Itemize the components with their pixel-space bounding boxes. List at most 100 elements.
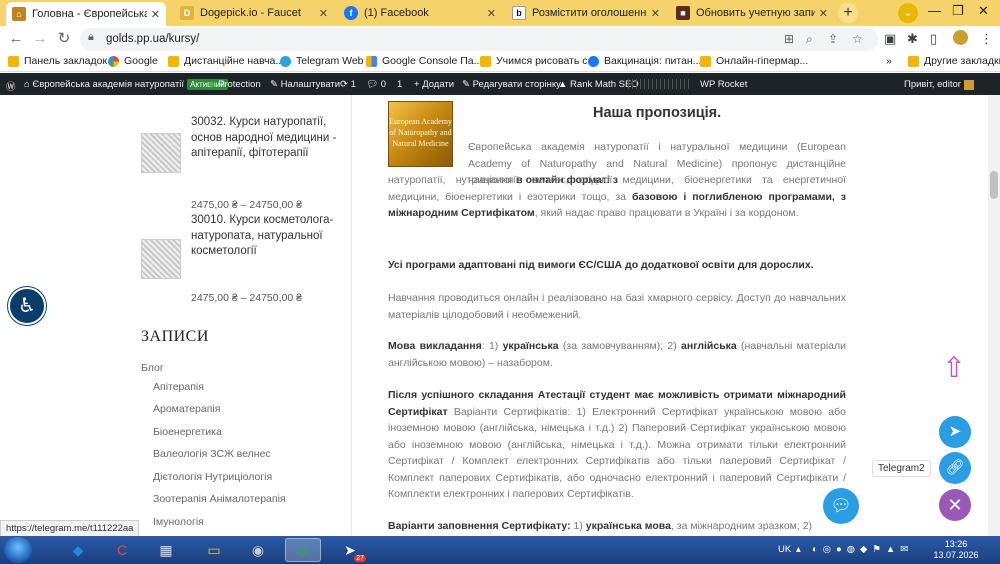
customize-label: Налаштувати (280, 79, 341, 90)
bookmark-vaccine[interactable]: Вакцинація: питан... (588, 55, 701, 67)
wp-edit-page[interactable]: ✎ Редагувати сторінку (462, 79, 561, 90)
wp-account[interactable]: Привіт, editor (904, 79, 974, 90)
translate-icon[interactable]: ⊞ (784, 32, 794, 46)
link-icon[interactable]: 🔗︎ (939, 452, 971, 484)
address-bar[interactable]: 🔒︎ golds.pp.ua/kursy/ ⊞ ⌕ ⇪ ☆ (80, 28, 878, 51)
restore-icon[interactable]: ❐ (952, 3, 964, 19)
google-icon (108, 55, 119, 67)
bookmark-other[interactable]: Другие закладки (908, 55, 1000, 67)
category-item[interactable]: Зоотерапія Анімалотерапія (153, 493, 286, 505)
tab-title: Розмістити оголошення безк (532, 7, 647, 19)
sidebar-icon[interactable]: ▯ (930, 31, 937, 47)
lock-icon[interactable]: 🔒︎ (88, 31, 94, 44)
status-url: https://telegram.me/t111222aa (0, 520, 140, 537)
tab-3[interactable]: f (1) Facebook ✕ (338, 2, 502, 24)
bookmark-draw[interactable]: Учимся рисовать с... (480, 55, 596, 67)
close-icon[interactable]: ✕ (487, 7, 496, 20)
wp-protection[interactable]: ◆ Protection (208, 79, 261, 90)
clock[interactable]: 13:26 13.07.2026 (928, 539, 984, 561)
academy-logo: European Academy of Naturopathy and Natu… (388, 101, 453, 167)
product-item[interactable]: 30032. Курси натуропатії, основ народної… (141, 115, 341, 215)
chat-icon[interactable]: 💬︎ (823, 488, 859, 524)
bookmark-google[interactable]: Google (108, 55, 158, 67)
language-indicator[interactable]: UK (778, 544, 791, 555)
wp-site-link[interactable]: ⌂ Європейська академія натуропатії Активн… (24, 79, 228, 90)
product-thumbnail[interactable] (141, 239, 181, 279)
puzzle-icon[interactable]: ✱ (907, 31, 918, 47)
close-icon[interactable]: ✕ (151, 8, 160, 21)
ccleaner-icon[interactable]: C (104, 538, 140, 562)
close-icon[interactable]: ✕ (651, 7, 660, 20)
wp-rocket[interactable]: WP Rocket (700, 79, 747, 90)
wp-customize[interactable]: ✎ Налаштувати (270, 79, 340, 90)
telegram-taskbar-icon[interactable]: ➤ 27 (332, 538, 368, 562)
category-blog[interactable]: Блог (141, 362, 164, 374)
accessibility-icon[interactable]: ♿︎ (8, 287, 46, 325)
wp-activity-graph (628, 79, 690, 89)
product-name[interactable]: 30010. Курси косметолога-натуропата, нат… (191, 213, 341, 260)
wp-comments[interactable]: 💬︎ 0 (366, 79, 386, 90)
paragraph-online: Навчання проводиться онлайн і реалізован… (388, 292, 846, 321)
explorer-icon[interactable]: ▭ (196, 538, 232, 562)
calculator-icon[interactable]: ▦ (148, 538, 184, 562)
category-item[interactable]: Апітерапія (153, 381, 204, 393)
logo-text: European Academy of Naturopathy and Natu… (389, 117, 452, 148)
telegram-badge: 27 (354, 555, 366, 562)
tray-up-icon[interactable]: ▴ (796, 544, 801, 555)
bookmark-panel[interactable]: Панель закладок (8, 55, 107, 67)
reload-icon[interactable]: ↻ (54, 29, 74, 49)
product-thumbnail[interactable] (141, 133, 181, 173)
window-close-icon[interactable]: ✕ (978, 3, 989, 19)
tab-title: Головна - Європейська акаде (32, 8, 147, 20)
close-icon[interactable]: ✕ (319, 7, 328, 20)
category-item[interactable]: Валеологія ЗСЖ велнес (153, 448, 271, 460)
tab-4[interactable]: b Розмістити оголошення безк ✕ (506, 2, 666, 24)
close-icon[interactable]: ✕ (819, 7, 828, 20)
scroll-up-icon[interactable]: ⇧ (938, 352, 970, 384)
edit-label: Редагувати сторінку (472, 79, 561, 90)
chrome-icon[interactable]: ◎ (285, 538, 321, 562)
tab-5[interactable]: ■ Обновить учетную запись ✕ (670, 2, 834, 24)
back-icon[interactable]: ← (6, 29, 26, 49)
bookmark-console[interactable]: Google Console Па... (366, 55, 482, 67)
tray-icons[interactable]: ◐◎●◍◆⚑▲✉ (812, 544, 913, 555)
product-price: 2475,00 ₴ – 24750,00 ₴ (191, 199, 302, 211)
wp-updates[interactable]: ⟳ 1 (340, 79, 356, 90)
bookmark-star-icon[interactable]: ☆ (852, 32, 863, 46)
tab-1[interactable]: ⌂ Головна - Європейська акаде ✕ (6, 2, 166, 26)
new-tab-button[interactable]: + (838, 3, 858, 23)
product-name[interactable]: 30032. Курси натуропатії, основ народної… (191, 115, 341, 162)
menu-icon[interactable]: ⋮ (980, 31, 993, 47)
share-icon[interactable]: ⇪ (828, 32, 838, 46)
close-icon[interactable]: ✕ (939, 489, 971, 521)
scrollbar-thumb[interactable] (990, 171, 998, 199)
media-icon[interactable]: ◉ (240, 538, 276, 562)
start-button[interactable] (4, 537, 32, 563)
wordpress-icon[interactable]: Ⓦ (6, 79, 16, 93)
minimize-icon[interactable]: — (928, 3, 941, 18)
tab-search-button[interactable]: ⌄ (898, 3, 918, 23)
category-item[interactable]: Біоенергетика (153, 426, 222, 438)
url-text[interactable]: golds.pp.ua/kursy/ (106, 33, 199, 45)
telegram-icon[interactable]: ➤ (939, 416, 971, 448)
category-item[interactable]: Дієтологія Нутриціологія (153, 471, 272, 483)
bookmark-label: Другие закладки (924, 55, 1000, 67)
category-item[interactable]: Імунологія (153, 516, 204, 528)
tab-2[interactable]: D Dogepick.io - Faucet ✕ (174, 2, 334, 24)
dropbox-icon[interactable]: ◆ (60, 538, 96, 562)
extension-icon[interactable]: ▣ (884, 31, 896, 47)
zoom-icon[interactable]: ⌕ (806, 32, 813, 47)
forward-icon[interactable]: → (30, 29, 50, 49)
wp-add-new[interactable]: + Додати (414, 79, 454, 90)
wp-comments-2[interactable]: 1 (397, 79, 402, 90)
wp-rank-math[interactable]: ▲ Rank Math SEO (558, 79, 639, 90)
bookmark-telegram[interactable]: Telegram Web (280, 55, 364, 67)
product-item[interactable]: 30010. Курси косметолога-натуропата, нат… (141, 213, 341, 313)
bookmark-distance[interactable]: Дистанційне навча... (168, 55, 284, 67)
bookmark-label: Telegram Web (296, 55, 364, 67)
bookmark-market[interactable]: Онлайн-гіпермар... (700, 55, 808, 67)
more-bookmarks-icon[interactable]: » (886, 55, 892, 67)
avatar[interactable] (953, 30, 968, 45)
category-item[interactable]: Ароматерапія (153, 403, 220, 415)
page-scrollbar[interactable] (988, 95, 1000, 536)
